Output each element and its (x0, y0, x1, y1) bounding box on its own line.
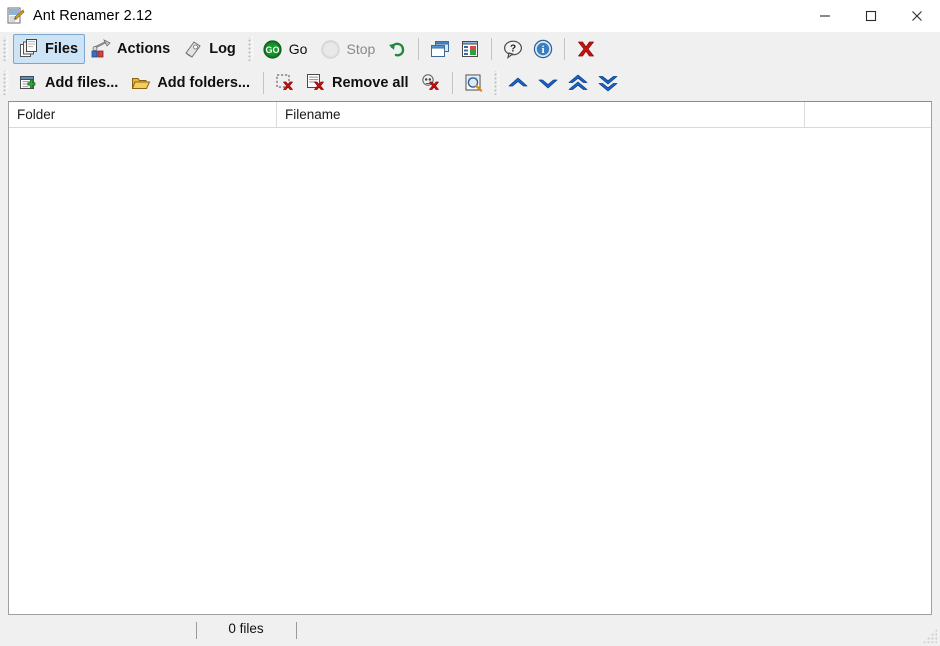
exit-red-x-icon (575, 38, 597, 60)
toolbar-button-go[interactable]: GO Go (257, 34, 315, 64)
toolbar-button-add-files[interactable]: Add files... (13, 68, 125, 98)
file-list-header: Folder Filename (9, 102, 931, 128)
arrow-double-up-icon (567, 72, 589, 94)
toolbar-button-exit[interactable] (571, 34, 601, 64)
info-circle-icon: i (532, 38, 554, 60)
toolbar-grip-icon[interactable] (2, 70, 10, 95)
toolbar-separator (451, 71, 453, 94)
toolbar-label-files: Files (45, 41, 79, 57)
toolbar-grip-icon[interactable] (2, 37, 10, 61)
arrow-up-icon (507, 72, 529, 94)
toolbar-label-add-files: Add files... (45, 74, 119, 91)
title-bar[interactable]: Ant Renamer 2.12 (0, 0, 940, 32)
column-header-filename-label: Filename (285, 107, 341, 122)
toolbar-button-files[interactable]: Files (13, 34, 86, 64)
remove-selected-icon (274, 72, 296, 94)
file-list-body[interactable] (9, 128, 931, 614)
go-green-circle-icon: GO (262, 38, 284, 60)
toolbar-label-go: Go (288, 41, 308, 57)
column-header-filename[interactable]: Filename (277, 102, 805, 127)
toolbar-button-move-down[interactable] (533, 68, 563, 98)
toolbar-separator (564, 38, 566, 60)
window-title: Ant Renamer 2.12 (33, 8, 153, 24)
remove-all-icon (305, 72, 327, 94)
toolbar-button-preview[interactable] (459, 68, 489, 98)
toolbar-button-stop[interactable]: Stop (314, 34, 382, 64)
undo-arrow-icon (386, 38, 408, 60)
toolbar-button-move-up[interactable] (503, 68, 533, 98)
arrow-down-icon (537, 72, 559, 94)
arrow-double-down-icon (597, 72, 619, 94)
app-window: Ant Renamer 2.12 Files Actions Log GO Go… (0, 0, 940, 646)
toolbar-button-add-folders[interactable]: Add folders... (125, 68, 257, 98)
toolbar-separator (418, 38, 420, 60)
stop-grey-circle-icon (319, 38, 341, 60)
window-controls (802, 0, 940, 32)
settings-grid-icon (459, 38, 481, 60)
svg-text:GO: GO (266, 45, 280, 55)
svg-text:?: ? (510, 44, 516, 55)
svg-text:i: i (542, 44, 545, 56)
remove-missing-icon (420, 72, 442, 94)
toolbar-separator (491, 38, 493, 60)
toolbar-label-actions: Actions (117, 41, 171, 57)
minimize-icon[interactable] (802, 0, 848, 32)
preview-magnifier-icon (463, 72, 485, 94)
toolbar-label-log: Log (209, 41, 236, 57)
help-balloon-icon: ? (502, 38, 524, 60)
toolbar-button-remove-all[interactable]: Remove all (300, 68, 416, 98)
toolbar-separator-grip-icon (492, 70, 501, 95)
toolbar-label-stop: Stop (346, 41, 376, 57)
toolbar-button-settings[interactable] (455, 34, 485, 64)
toolbar-button-remove-selected[interactable] (270, 68, 300, 98)
toolbar-label-remove-all: Remove all (331, 74, 409, 91)
window-cascade-icon (429, 38, 451, 60)
toolbar-button-move-top[interactable] (563, 68, 593, 98)
toolbar-separator-grip-icon (246, 37, 255, 61)
toolbar-button-undo[interactable] (382, 34, 412, 64)
add-folder-icon (130, 72, 152, 94)
resize-grip-icon[interactable] (923, 629, 937, 643)
toolbar-button-about[interactable]: i (528, 34, 558, 64)
status-file-count: 0 files (228, 621, 264, 636)
toolbar-button-remove-missing[interactable] (416, 68, 446, 98)
files-toolbar: Add files... Add folders... Remove all (0, 66, 940, 99)
log-note-icon (182, 38, 204, 60)
column-header-extra[interactable] (805, 102, 931, 127)
column-header-folder[interactable]: Folder (9, 102, 277, 127)
file-list-view[interactable]: Folder Filename (8, 101, 932, 615)
toolbar-label-add-folders: Add folders... (157, 74, 250, 91)
toolbar-button-move-bottom[interactable] (593, 68, 623, 98)
main-toolbar: Files Actions Log GO Go Stop ? i (0, 32, 940, 66)
add-file-icon (18, 72, 40, 94)
toolbar-button-cascade[interactable] (425, 34, 455, 64)
toolbar-button-actions[interactable]: Actions (85, 34, 177, 64)
toolbar-button-log[interactable]: Log (177, 34, 243, 64)
status-separator-right (296, 622, 297, 639)
files-stack-icon (18, 38, 40, 60)
toolbar-button-help[interactable]: ? (498, 34, 528, 64)
tools-icon (90, 38, 112, 60)
column-header-folder-label: Folder (17, 107, 56, 122)
close-icon[interactable] (894, 0, 940, 32)
maximize-icon[interactable] (848, 0, 894, 32)
status-bar: 0 files (0, 615, 940, 646)
toolbar-separator (262, 71, 264, 94)
ant-renamer-icon (7, 7, 25, 25)
